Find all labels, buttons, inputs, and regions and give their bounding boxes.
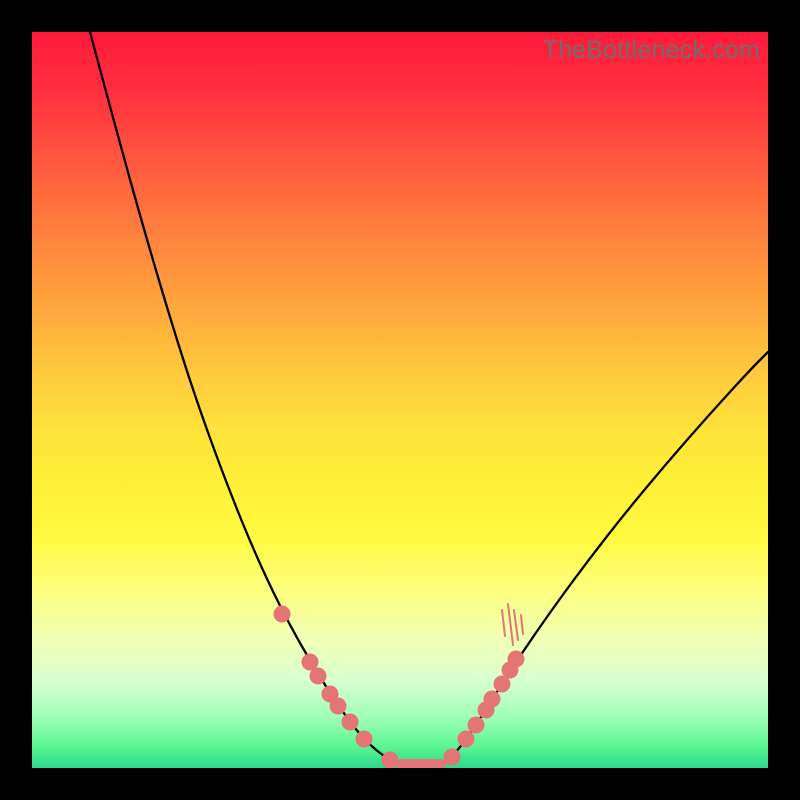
chart-frame: TheBottleneck.com <box>0 0 800 800</box>
scratch-mark <box>508 604 513 645</box>
dots-right-group <box>444 651 525 766</box>
data-point-dot <box>356 731 373 748</box>
curve-left-branch <box>90 32 400 764</box>
watermark-text: TheBottleneck.com <box>543 36 760 65</box>
data-point-dot <box>458 731 475 748</box>
scratch-marks <box>502 604 523 645</box>
data-point-dot <box>382 752 399 769</box>
plot-area: TheBottleneck.com <box>32 32 768 768</box>
data-point-dot <box>468 717 485 734</box>
data-point-dot <box>342 714 359 731</box>
scratch-mark <box>502 610 505 636</box>
trough-flat-segment <box>396 759 446 768</box>
data-point-dot <box>484 691 501 708</box>
data-point-dot <box>508 651 525 668</box>
scratch-mark <box>514 610 518 640</box>
data-point-dot <box>274 606 291 623</box>
data-point-dot <box>330 698 347 715</box>
chart-svg <box>32 32 768 768</box>
scratch-mark <box>521 615 523 634</box>
data-point-dot <box>310 668 327 685</box>
data-point-dot <box>444 749 461 766</box>
